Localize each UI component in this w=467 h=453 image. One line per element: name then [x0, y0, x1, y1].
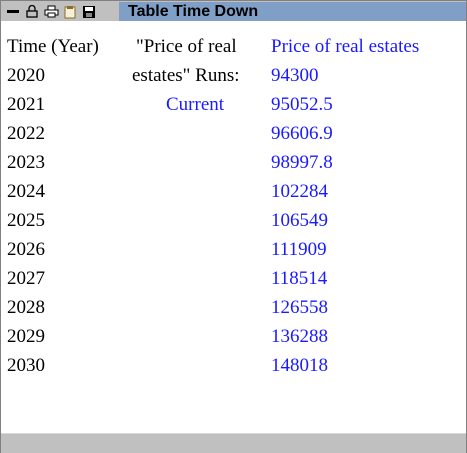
variable-column-header: Price of real estates — [271, 36, 420, 57]
value-cell: 96606.9 — [271, 123, 333, 144]
value-cell: 126558 — [271, 297, 328, 318]
table-window: Table Time Down Time (Year) "Price of re… — [0, 0, 467, 453]
runs-label-line1: "Price of real — [136, 36, 237, 57]
time-cell: 2023 — [7, 152, 45, 173]
title-band: Table Time Down — [119, 2, 466, 21]
value-cell: 94300 — [271, 65, 319, 86]
copy-icon[interactable] — [62, 4, 78, 19]
lock-icon[interactable] — [24, 4, 40, 19]
value-cell: 98997.8 — [271, 152, 333, 173]
value-cell: 111909 — [271, 239, 327, 260]
run-name: Current — [166, 94, 225, 115]
time-cell: 2030 — [7, 355, 45, 376]
time-cell: 2024 — [7, 181, 45, 202]
save-icon[interactable] — [81, 4, 97, 19]
time-column-header: Time (Year) — [7, 36, 99, 57]
print-icon[interactable] — [43, 4, 59, 19]
value-cell: 136288 — [271, 326, 328, 347]
value-cell: 95052.5 — [271, 94, 333, 115]
time-cell: 2028 — [7, 297, 45, 318]
value-cell: 102284 — [271, 181, 328, 202]
value-cell: 106549 — [271, 210, 328, 231]
runs-label-line2: estates" Runs: — [132, 65, 240, 86]
window-title: Table Time Down — [128, 3, 259, 20]
minimize-icon[interactable] — [5, 4, 21, 19]
value-cell: 148018 — [271, 355, 328, 376]
value-cell: 118514 — [271, 268, 328, 289]
time-cell: 2021 — [7, 94, 45, 115]
time-cell: 2027 — [7, 268, 45, 289]
time-cell: 2022 — [7, 123, 45, 144]
time-cell: 2029 — [7, 326, 45, 347]
time-cell: 2026 — [7, 239, 45, 260]
time-cell: 2020 — [7, 65, 45, 86]
title-bar: Table Time Down — [1, 1, 466, 21]
table-content: Time (Year) "Price of real Price of real… — [1, 21, 466, 433]
status-bar — [1, 433, 466, 453]
time-cell: 2025 — [7, 210, 45, 231]
title-bar-toolbar — [5, 4, 97, 19]
